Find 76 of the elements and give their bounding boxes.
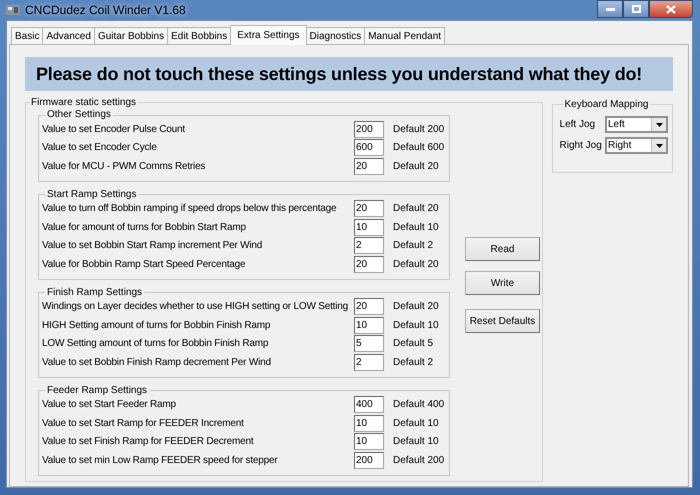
default-label: Default 400: [393, 399, 444, 410]
jog-label: Right Jog: [560, 140, 602, 151]
tab[interactable]: Guitar Bobbins: [94, 27, 168, 44]
close-button[interactable]: [649, 0, 693, 18]
value-field[interactable]: 400: [354, 396, 384, 414]
value-field[interactable]: 10: [354, 433, 384, 450]
tab[interactable]: Manual Pendant: [364, 27, 446, 44]
tab[interactable]: Extra Settings: [230, 25, 307, 45]
setting-label: Value to turn off Bobbin ramping if speed drops below this percentage: [42, 203, 338, 214]
value-field[interactable]: 10: [354, 218, 384, 236]
jog-dropdown[interactable]: Right: [605, 137, 668, 154]
app-icon: [6, 4, 20, 16]
action-button[interactable]: Reset Defaults: [465, 309, 540, 333]
value-field[interactable]: 2: [354, 354, 384, 371]
setting-label: Value to set Bobbin Finish Ramp decrement Per Wind: [42, 356, 272, 368]
default-label: Default 20: [393, 203, 439, 214]
setting-label: Value to set min Low Ramp FEEDER speed for stepper: [42, 454, 278, 466]
jog-dropdown[interactable]: Left: [605, 116, 668, 133]
minimize-button[interactable]: [597, 0, 623, 18]
tab[interactable]: Advanced: [42, 27, 95, 44]
default-label: Default 2: [393, 240, 434, 252]
setting-label: Windings on Layer decides whether to use HIGH setting or LOW Setting: [42, 301, 349, 312]
group-title: Keyboard Mapping: [564, 99, 650, 110]
close-icon: [666, 4, 676, 14]
action-button[interactable]: Read: [465, 237, 540, 261]
setting-label: HIGH Setting amount of turns for Bobbin Finish Ramp: [42, 320, 272, 331]
setting-label: Value for amount of turns for Bobbin Start Ramp: [42, 222, 247, 233]
setting-label: Value to set Finish Ramp for FEEDER Decrement: [42, 436, 255, 448]
default-label: Default 200: [393, 454, 444, 466]
jog-label: Left Jog: [560, 119, 596, 130]
group-title: Feeder Ramp Settings: [46, 386, 148, 396]
value-field[interactable]: 10: [354, 316, 384, 334]
setting-label: Value to set Encoder Cycle: [42, 142, 158, 154]
default-label: Default 5: [393, 338, 434, 350]
group-title: Start Ramp Settings: [46, 190, 138, 200]
action-button[interactable]: Write: [465, 271, 540, 295]
value-field[interactable]: 20: [354, 256, 384, 273]
value-field[interactable]: 5: [354, 335, 384, 352]
warning-banner: Please do not touch these settings unless you understand what they do!: [25, 57, 673, 91]
default-label: Default 20: [393, 301, 439, 312]
setting-label: Value to set Bobbin Start Ramp increment Per Wind: [42, 240, 264, 252]
value-field[interactable]: 200: [354, 120, 384, 138]
default-label: Default 200: [393, 124, 444, 135]
tab[interactable]: Diagnostics: [306, 27, 366, 44]
default-label: Default 10: [393, 222, 439, 233]
setting-label: Value for MCU - PWM Comms Retries: [42, 160, 206, 172]
window-title: CNCDudez Coil Winder V1.68: [25, 3, 186, 17]
value-field[interactable]: 10: [354, 414, 384, 432]
group-title: Firmware static settings: [30, 97, 138, 108]
value-field[interactable]: 200: [354, 452, 384, 469]
maximize-icon: [632, 5, 640, 13]
minimize-icon: [606, 8, 614, 10]
default-label: Default 10: [393, 436, 439, 448]
default-label: Default 20: [393, 160, 439, 172]
value-field[interactable]: 20: [354, 298, 384, 316]
default-label: Default 2: [393, 356, 434, 368]
default-label: Default 20: [393, 258, 439, 270]
group-title: Other Settings: [46, 110, 112, 120]
caret-icon: [656, 144, 662, 148]
setting-label: LOW Setting amount of turns for Bobbin Finish Ramp: [42, 338, 270, 350]
value-field[interactable]: 600: [354, 139, 384, 156]
value-field[interactable]: 20: [354, 200, 384, 218]
default-label: Default 10: [393, 418, 439, 429]
setting-label: Value to set Start Feeder Ramp: [42, 399, 177, 410]
setting-label: Value to set Start Ramp for FEEDER Increment: [42, 418, 245, 429]
setting-label: Value for Bobbin Ramp Start Speed Percentage: [42, 258, 246, 270]
default-label: Default 10: [393, 320, 439, 331]
tab[interactable]: Basic: [11, 27, 44, 44]
value-field[interactable]: 2: [354, 237, 384, 254]
default-label: Default 600: [393, 142, 444, 154]
value-field[interactable]: 20: [354, 158, 384, 175]
setting-label: Value to set Encoder Pulse Count: [42, 124, 186, 135]
group-title: Finish Ramp Settings: [46, 288, 144, 298]
maximize-button[interactable]: [623, 0, 649, 18]
tab[interactable]: Edit Bobbins: [167, 27, 232, 44]
caret-icon: [656, 122, 662, 126]
